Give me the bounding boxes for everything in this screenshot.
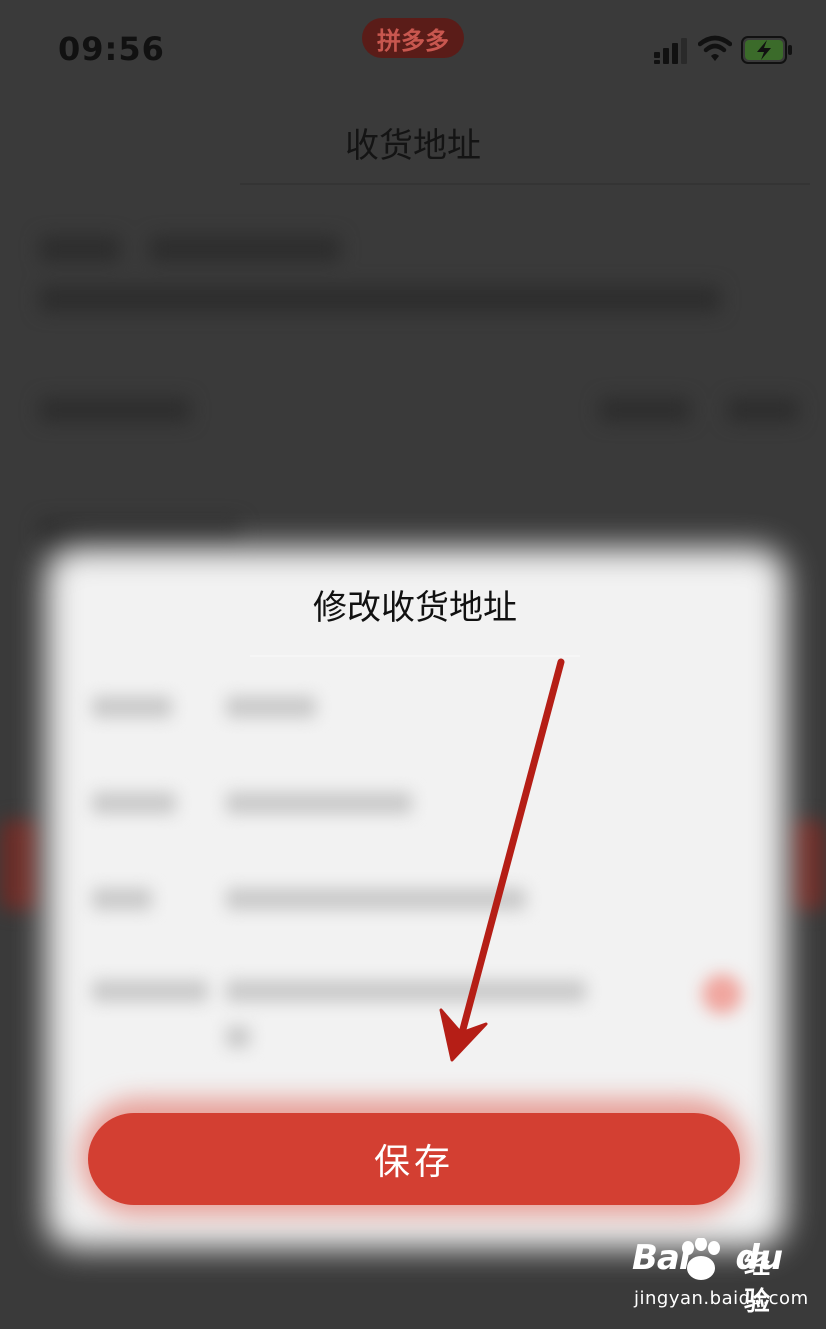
annotation-arrow: [439, 658, 565, 1062]
watermark-domain: jingyan.baidu.com: [634, 1288, 809, 1309]
baidu-jingyan-watermark: Bai du 经验 jingyan.baidu.com: [632, 1238, 808, 1317]
